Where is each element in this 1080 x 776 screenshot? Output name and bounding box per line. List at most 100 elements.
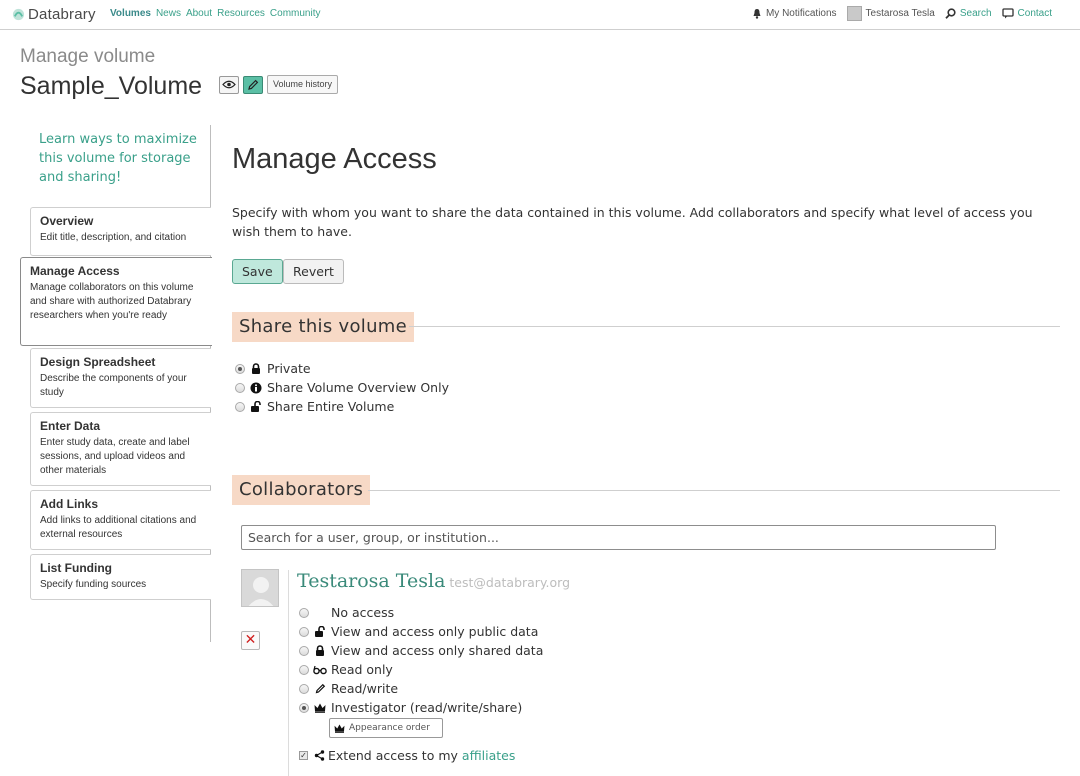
remove-collaborator-button[interactable]: ✕ xyxy=(241,631,260,650)
radio-button[interactable] xyxy=(299,664,309,675)
collaborator-avatar xyxy=(241,569,279,607)
radio-button[interactable] xyxy=(299,683,309,694)
radio-button[interactable] xyxy=(299,702,309,713)
access-option-label: View and access only shared data xyxy=(331,643,544,658)
sidebar-item-list-funding[interactable]: List Funding Specify funding sources xyxy=(30,554,211,600)
sidebar-item-desc: Edit title, description, and citation xyxy=(40,232,187,243)
crown-icon xyxy=(313,703,327,713)
edit-volume-button[interactable] xyxy=(243,75,263,94)
info-icon xyxy=(249,382,263,394)
section-title: Manage Access xyxy=(232,143,437,175)
collaborator-name[interactable]: Testarosa Tesla xyxy=(297,570,445,592)
sidebar-item-design-spreadsheet[interactable]: Design Spreadsheet Describe the componen… xyxy=(30,348,211,408)
sidebar-item-label: Enter Data xyxy=(40,419,101,433)
contact-label: Contact xyxy=(1017,8,1052,19)
search-label: Search xyxy=(959,8,992,19)
appearance-order-placeholder: Appearance order xyxy=(349,723,430,733)
sidebar-item-desc: Specify funding sources xyxy=(40,579,147,590)
access-option-public[interactable]: View and access only public data xyxy=(299,624,538,639)
nav-link-news[interactable]: News xyxy=(156,8,181,19)
section-divider xyxy=(409,326,1060,327)
section-description: Specify with whom you want to share the … xyxy=(232,205,1033,239)
lock-icon xyxy=(313,644,327,657)
access-option-none[interactable]: No access xyxy=(299,605,394,620)
access-option-label: View and access only public data xyxy=(331,624,539,639)
access-option-label: Read only xyxy=(331,662,393,677)
glasses-icon xyxy=(313,665,327,675)
extend-access-checkbox[interactable]: ✓ xyxy=(299,751,308,760)
nav-link-about[interactable]: About xyxy=(186,8,212,19)
pencil-icon xyxy=(313,683,327,694)
unlock-icon xyxy=(313,625,327,638)
databrary-logo-icon xyxy=(12,8,25,21)
unlock-icon xyxy=(249,400,263,413)
volume-history-button[interactable]: Volume history xyxy=(267,75,339,94)
revert-button[interactable]: Revert xyxy=(283,259,344,284)
brand-name: Databrary xyxy=(28,6,96,23)
share-option-overview[interactable]: Share Volume Overview Only xyxy=(235,380,449,395)
share-option-label: Private xyxy=(267,361,311,376)
affiliates-link[interactable]: affiliates xyxy=(462,748,515,763)
radio-button[interactable] xyxy=(299,607,309,618)
sidebar-item-label: Manage Access xyxy=(30,264,120,278)
appearance-order-input[interactable]: Appearance order xyxy=(329,718,443,738)
collaborator-email: test@databrary.org xyxy=(449,575,571,590)
brand-logo[interactable]: Databrary xyxy=(12,6,96,23)
nav-link-volumes[interactable]: Volumes xyxy=(110,8,151,19)
notifications-link[interactable]: My Notifications xyxy=(752,8,837,19)
share-icon xyxy=(312,750,326,761)
bell-icon xyxy=(753,9,761,19)
access-option-shared[interactable]: View and access only shared data xyxy=(299,643,543,658)
speech-bubble-icon xyxy=(1001,8,1014,19)
search-link[interactable]: Search xyxy=(945,8,992,19)
save-button[interactable]: Save xyxy=(232,259,283,284)
lock-icon xyxy=(249,362,263,375)
sidebar-item-desc: Enter study data, create and label sessi… xyxy=(40,437,190,476)
sidebar-item-desc: Add links to additional citations and ex… xyxy=(40,515,197,540)
sidebar-help-link[interactable]: Learn ways to maximize this volume for s… xyxy=(39,130,204,187)
contact-link[interactable]: Contact xyxy=(1001,8,1052,19)
view-volume-button[interactable] xyxy=(219,75,239,94)
search-icon xyxy=(945,8,956,19)
user-avatar xyxy=(846,6,862,21)
access-option-read[interactable]: Read only xyxy=(299,662,393,677)
radio-button[interactable] xyxy=(299,626,309,637)
extend-access-label: Extend access to my xyxy=(328,748,458,763)
share-option-private[interactable]: Private xyxy=(235,361,311,376)
sidebar-item-label: List Funding xyxy=(40,561,112,575)
sidebar-item-label: Add Links xyxy=(40,497,99,511)
sidebar-item-enter-data[interactable]: Enter Data Enter study data, create and … xyxy=(30,412,211,486)
collaborator-name-row: Testarosa Tesla test@databrary.org xyxy=(297,570,570,592)
extend-access-option[interactable]: ✓ Extend access to my affiliates xyxy=(299,748,515,763)
pencil-icon xyxy=(248,79,259,90)
access-option-readwrite[interactable]: Read/write xyxy=(299,681,398,696)
radio-button[interactable] xyxy=(235,363,245,374)
nav-link-resources[interactable]: Resources xyxy=(217,8,265,19)
sidebar-item-overview[interactable]: Overview Edit title, description, and ci… xyxy=(30,207,211,256)
sidebar-item-manage-access[interactable]: Manage Access Manage collaborators on th… xyxy=(20,257,212,346)
sidebar-item-add-links[interactable]: Add Links Add links to additional citati… xyxy=(30,490,211,550)
radio-button[interactable] xyxy=(235,382,245,393)
radio-button[interactable] xyxy=(235,401,245,412)
notifications-label: My Notifications xyxy=(765,8,837,19)
access-option-investigator[interactable]: Investigator (read/write/share) xyxy=(299,700,522,715)
user-silhouette-icon xyxy=(248,577,274,606)
crown-icon xyxy=(334,723,345,733)
page-subtitle: Manage volume xyxy=(20,46,156,67)
radio-button[interactable] xyxy=(299,645,309,656)
nav-link-community[interactable]: Community xyxy=(270,8,321,19)
sidebar-item-label: Overview xyxy=(40,214,94,228)
page-title: Sample_Volume xyxy=(20,72,203,100)
user-profile-link[interactable]: Testarosa Tesla xyxy=(846,6,935,21)
user-name: Testarosa Tesla xyxy=(865,8,935,19)
main-nav: Volumes News About Resources Community xyxy=(110,8,320,19)
access-option-label: Investigator (read/write/share) xyxy=(331,700,523,715)
user-nav: My Notifications Testarosa Tesla Search … xyxy=(752,6,1052,21)
sidebar-item-label: Design Spreadsheet xyxy=(40,355,156,369)
share-option-entire[interactable]: Share Entire Volume xyxy=(235,399,394,414)
collaborator-search-input[interactable] xyxy=(241,525,996,550)
collaborator-divider xyxy=(288,570,289,776)
access-option-label: No access xyxy=(331,605,395,620)
eye-icon xyxy=(222,80,236,89)
collaborators-heading: Collaborators xyxy=(232,475,371,505)
